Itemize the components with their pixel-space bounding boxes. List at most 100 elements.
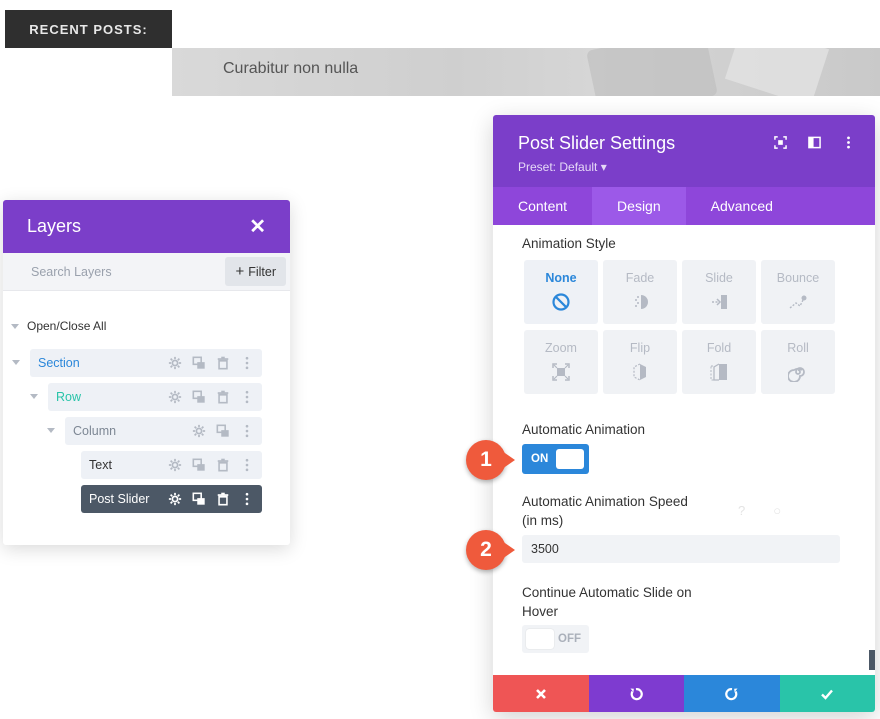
settings-footer [493, 675, 875, 712]
fade-icon [635, 295, 648, 309]
automatic-animation-label: Automatic Animation [522, 422, 646, 437]
more-vertical-icon[interactable] [240, 458, 254, 472]
redo-icon [724, 687, 738, 700]
help-icon[interactable]: ? [738, 503, 745, 518]
animation-option-slide[interactable]: Slide [682, 260, 756, 324]
layer-post-slider[interactable]: Post Slider [81, 485, 262, 513]
continue-on-hover-label: Continue Automatic Slide on Hover [522, 583, 692, 621]
animation-option-fade[interactable]: Fade [603, 260, 677, 324]
scrollbar[interactable] [869, 650, 875, 670]
caret-down-icon[interactable] [30, 394, 38, 399]
plus-icon: + [235, 263, 245, 280]
open-close-all[interactable]: Open/Close All [11, 319, 106, 333]
option-label: Bounce [776, 271, 820, 285]
option-label: Fade [625, 271, 655, 285]
toggle-state: OFF [558, 633, 581, 645]
animation-option-none[interactable]: None [524, 260, 598, 324]
tab-design[interactable]: Design [592, 187, 686, 225]
trash-icon[interactable] [216, 492, 230, 506]
option-label: None [545, 271, 577, 285]
continue-on-hover-toggle[interactable]: OFF [522, 625, 589, 653]
layers-search-bar: + Filter [3, 253, 290, 291]
layer-label: Section [38, 356, 80, 370]
layer-row[interactable]: Row [48, 383, 262, 411]
layer-section[interactable]: Section [30, 349, 262, 377]
toggle-knob [526, 629, 554, 649]
option-label: Fold [706, 341, 732, 355]
settings-header: Post Slider Settings Preset: Default ▾ [493, 115, 875, 187]
callout-badge-1: 1 [466, 440, 515, 480]
animation-option-fold[interactable]: Fold [682, 330, 756, 394]
post-slider-settings-panel: Post Slider Settings Preset: Default ▾ C… [493, 115, 875, 712]
filter-button[interactable]: + Filter [225, 257, 286, 286]
ban-icon [552, 293, 570, 311]
layer-label: Column [73, 424, 117, 438]
animation-option-bounce[interactable]: Bounce [761, 260, 835, 324]
open-close-label: Open/Close All [27, 319, 107, 333]
animation-option-zoom[interactable]: Zoom [524, 330, 598, 394]
roll-icon [788, 367, 805, 382]
more-vertical-icon[interactable] [240, 492, 254, 506]
check-icon [821, 689, 834, 700]
speed-label-line: (in ms) [522, 513, 564, 528]
automatic-animation-toggle[interactable]: ON [522, 444, 589, 474]
tab-advanced[interactable]: Advanced [686, 187, 798, 225]
close-icon[interactable]: ✕ [249, 214, 266, 239]
duplicate-icon[interactable] [216, 424, 230, 438]
cancel-button[interactable] [493, 675, 589, 712]
undo-button[interactable] [588, 675, 684, 712]
option-label: Slide [705, 271, 733, 285]
gear-icon[interactable] [168, 356, 182, 370]
more-vertical-icon[interactable] [240, 356, 254, 370]
toggle-knob [556, 449, 584, 469]
save-button[interactable] [779, 675, 875, 712]
expand-icon[interactable] [773, 135, 787, 149]
preset-dropdown[interactable]: Preset: Default ▾ [518, 160, 850, 174]
close-icon [535, 688, 546, 699]
post-title[interactable]: Curabitur non nulla [223, 60, 358, 78]
layer-text[interactable]: Text [81, 451, 262, 479]
layer-column[interactable]: Column [65, 417, 262, 445]
animation-option-roll[interactable]: Roll [761, 330, 835, 394]
duplicate-icon[interactable] [192, 390, 206, 404]
more-vertical-icon[interactable] [240, 424, 254, 438]
hero-decor [724, 48, 830, 96]
duplicate-icon[interactable] [192, 458, 206, 472]
gear-icon[interactable] [168, 492, 182, 506]
tab-content[interactable]: Content [493, 187, 592, 225]
layer-actions [192, 424, 254, 438]
caret-down-icon [11, 323, 19, 329]
trash-icon[interactable] [216, 458, 230, 472]
animation-speed-input[interactable] [522, 535, 840, 563]
gear-icon[interactable] [168, 390, 182, 404]
more-vertical-icon[interactable] [240, 390, 254, 404]
option-label: Zoom [545, 341, 577, 355]
gear-icon[interactable] [168, 458, 182, 472]
caret-down-icon[interactable] [12, 360, 20, 365]
trash-icon[interactable] [216, 390, 230, 404]
duplicate-icon[interactable] [192, 492, 206, 506]
layers-panel: Layers ✕ + Filter Open/Close All Section… [3, 200, 290, 545]
layers-title: Layers [27, 216, 82, 236]
bounce-icon [789, 295, 807, 309]
redo-button[interactable] [684, 675, 780, 712]
post-hero-image: Curabitur non nulla [172, 48, 880, 96]
layer-actions [168, 458, 254, 472]
continue-label-line: Continue Automatic Slide on [522, 585, 692, 600]
layer-actions [168, 390, 254, 404]
caret-down-icon[interactable] [47, 428, 55, 433]
more-vertical-icon[interactable] [841, 135, 855, 149]
flip-icon [633, 363, 646, 381]
search-layers-input[interactable] [31, 264, 191, 279]
continue-label-line: Hover [522, 604, 559, 619]
trash-icon[interactable] [216, 356, 230, 370]
animation-option-flip[interactable]: Flip [603, 330, 677, 394]
animation-speed-label: Automatic Animation Speed (in ms) [522, 492, 688, 530]
gear-icon[interactable] [192, 424, 206, 438]
split-view-icon[interactable] [807, 135, 821, 149]
reset-icon[interactable]: ○ [773, 503, 781, 518]
duplicate-icon[interactable] [192, 356, 206, 370]
zoom-icon [552, 363, 570, 381]
layer-actions [168, 356, 254, 370]
settings-tabs: Content Design Advanced [493, 187, 875, 225]
